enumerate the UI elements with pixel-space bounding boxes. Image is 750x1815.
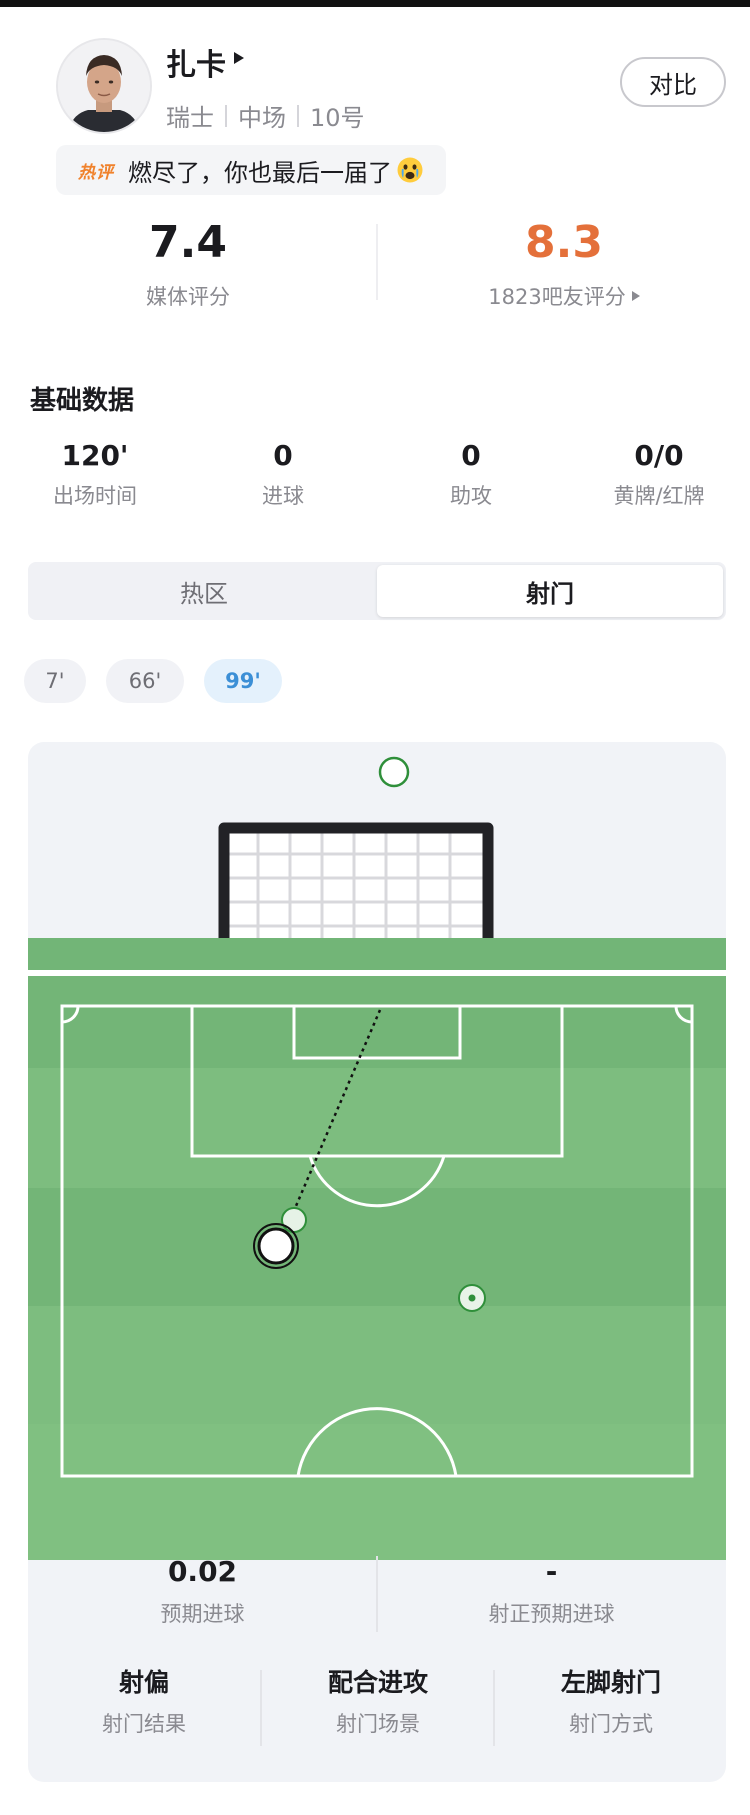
basic-stats-title: 基础数据 [30,386,135,416]
shot-method-value: 左脚射门 [560,1668,661,1697]
band-gap [28,970,726,976]
minute-chip-7[interactable]: 7' [24,659,86,703]
stat-label: 黄牌/红牌 [613,484,705,508]
stat-value: 120' [61,439,129,472]
caret-right-icon[interactable] [234,52,244,64]
meta-divider [297,104,299,127]
shot-target-marker[interactable] [378,756,410,788]
crying-face-icon [397,157,423,183]
fan-rating[interactable]: 8.3 1823吧友评分 [376,215,750,311]
shot-result: 射偏 射门结果 [28,1666,260,1738]
player-number: 10号 [310,104,365,132]
shot-method: 左脚射门 射门方式 [495,1666,727,1738]
fan-rating-value: 8.3 [525,217,603,268]
selected-shot-marker[interactable] [257,1227,295,1265]
hot-comment[interactable]: 热评 燃尽了，你也最后一届了 [56,145,446,195]
shot-marker-dot [468,1294,476,1302]
meta-divider [225,104,227,127]
stat-goals: 0 进球 [188,438,378,510]
shot-method-label: 射门方式 [569,1712,653,1736]
player-meta: 瑞士 中场 10号 [166,98,365,133]
hot-comment-tag: 热评 [78,162,114,183]
hot-comment-text: 燃尽了，你也最后一届了 [128,158,392,187]
tab-heatmap[interactable]: 热区 [31,565,377,617]
xg-label: 预期进球 [160,1602,245,1626]
shot-result-value: 射偏 [118,1668,169,1697]
player-position: 中场 [238,104,286,132]
media-rating-label-text: 媒体评分 [146,285,230,309]
media-rating-value: 7.4 [149,217,227,268]
minute-chip-99[interactable]: 99' [204,659,282,703]
stat-value: 0 [273,439,293,472]
player-country: 瑞士 [166,104,214,132]
xgot-label: 射正预期进球 [488,1602,615,1626]
pitch-field [28,976,726,1560]
xg-value: 0.02 [167,1555,238,1588]
fan-rating-label[interactable]: 1823吧友评分 [376,281,750,311]
stat-minutes: 120' 出场时间 [0,438,190,510]
goal-line-band [28,938,726,970]
xgot-stat: - 射正预期进球 [377,1554,726,1628]
stat-label: 出场时间 [53,484,137,508]
shot-origin-marker[interactable] [281,1207,307,1233]
stat-label: 助攻 [450,484,492,508]
status-bar [0,0,750,7]
stat-cards: 0/0 黄牌/红牌 [564,438,750,510]
stat-value: 0 [461,439,481,472]
stat-assists: 0 助攻 [376,438,566,510]
player-avatar[interactable] [56,38,152,134]
view-tabs: 热区 射门 [28,562,726,620]
xg-stat: 0.02 预期进球 [28,1554,377,1628]
compare-button[interactable]: 对比 [620,57,726,107]
shot-result-label: 射门结果 [102,1712,186,1736]
shot-situation: 配合进攻 射门场景 [262,1666,494,1738]
fan-rating-label-text: 1823吧友评分 [488,285,626,309]
stat-label: 进球 [262,484,304,508]
caret-right-icon [631,291,640,301]
shot-situation-value: 配合进攻 [327,1668,428,1697]
minute-chip-66[interactable]: 66' [106,659,184,703]
goal-net [218,822,494,938]
xgot-value: - [545,1555,558,1588]
shot-situation-label: 射门场景 [336,1712,420,1736]
tab-shots[interactable]: 射门 [377,565,723,617]
player-name[interactable]: 扎卡 [166,40,226,84]
media-rating-label: 媒体评分 [0,281,376,311]
stat-value: 0/0 [634,439,684,472]
media-rating: 7.4 媒体评分 [0,215,376,311]
